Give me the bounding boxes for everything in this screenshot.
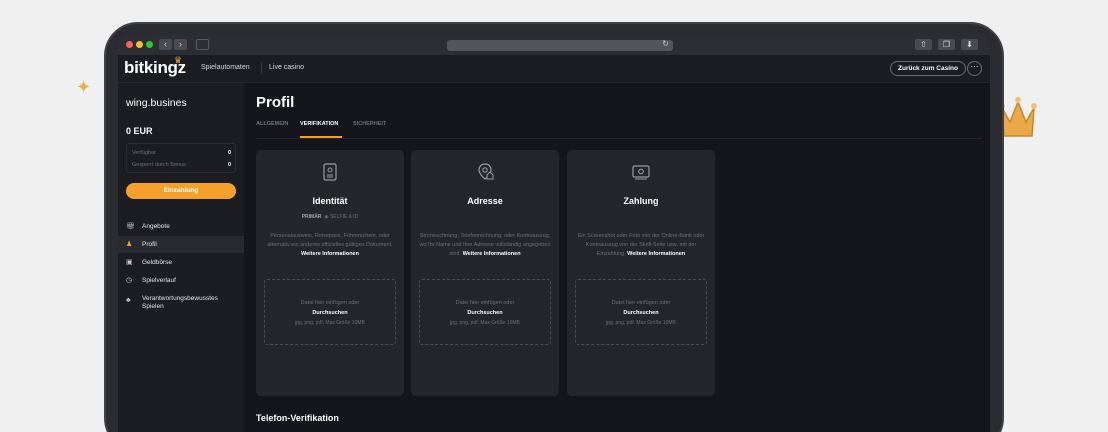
page-title: Profil	[256, 94, 295, 111]
browser-window: ‹ › ↻ ⇧ ❐ ⬇ bitkingz ♛ Spielautomaten Li…	[118, 35, 990, 432]
card-description: Personalausweis, Reisepass, Führerschein…	[264, 232, 396, 259]
window-close-button[interactable]	[126, 41, 133, 48]
back-to-casino-button[interactable]: Zurück zum Casino	[890, 61, 966, 76]
back-arrow-icon[interactable]: ‹	[159, 39, 172, 50]
forward-arrow-icon[interactable]: ›	[174, 39, 187, 50]
more-options-icon[interactable]: ···	[967, 61, 982, 76]
card-meta: PRIMÄR ◉ SELFIE & ID	[256, 214, 404, 220]
sidebar-item-label: Profil	[142, 241, 157, 248]
sidebar-item-label: Angebote	[142, 223, 170, 230]
nav-link-live-casino[interactable]: Live casino	[269, 64, 304, 71]
deposit-button[interactable]: Einzahlung	[126, 183, 236, 199]
dropzone-formats: jpg, png, pdf. Max Größe 10MB	[295, 320, 365, 326]
username: wing.busines	[126, 97, 187, 109]
user-icon: ♟	[126, 241, 133, 248]
gift-icon: 🎁︎	[126, 223, 135, 230]
dropzone-text: Datei hier einfügen oder	[611, 300, 671, 306]
sidebar: wing.busines 0 EUR Verfügbar 0 Gesperrt …	[118, 83, 244, 432]
locked-value: 0	[227, 162, 231, 168]
sidebar-toggle-icon[interactable]	[196, 39, 209, 50]
browser-toolbar: ‹ › ↻ ⇧ ❐ ⬇	[118, 35, 990, 55]
nav-link-slots[interactable]: Spielautomaten	[201, 64, 250, 71]
card-description: Stromrechnung, Telefonrechnung, oder Kon…	[419, 232, 551, 259]
sidebar-item-wallet[interactable]: ▣ Geldbörse	[118, 254, 244, 271]
verification-card-address: Adresse Stromrechnung, Telefonrechnung, …	[411, 150, 559, 396]
available-row: Verfügbar 0	[132, 150, 231, 156]
id-document-icon	[323, 163, 337, 181]
balance-details: Verfügbar 0 Gesperrt durch Bonus 0	[126, 143, 236, 173]
card-description-text: Personalausweis, Reisepass, Führerschein…	[267, 233, 393, 248]
card-title: Identität	[312, 196, 348, 206]
nav-divider	[261, 63, 262, 73]
available-label: Verfügbar	[132, 150, 156, 156]
selfie-icon: ◉	[322, 214, 330, 220]
tab-verification[interactable]: VERIFIKATION	[300, 121, 338, 127]
responsible-gaming-icon: ♣	[126, 297, 131, 304]
tabs-icon[interactable]: ❐	[938, 39, 955, 50]
share-icon[interactable]: ⇧	[915, 39, 932, 50]
more-info-link[interactable]: Weitere Informationen	[463, 251, 521, 257]
sidebar-item-game-history[interactable]: ◷ Spielverlauf	[118, 272, 244, 289]
main-content: Profil ALLGEMEIN VERIFIKATION SICHERHEIT…	[244, 83, 990, 432]
reload-icon[interactable]: ↻	[662, 39, 669, 48]
tab-general[interactable]: ALLGEMEIN	[256, 121, 288, 127]
file-dropzone[interactable]: Datei hier einfügen oder Durchsuchen jpg…	[419, 279, 551, 345]
sidebar-item-offers[interactable]: 🎁︎ Angebote	[118, 218, 244, 235]
phone-verification-title: Telefon-Verifikation	[256, 413, 339, 423]
window-maximize-button[interactable]	[146, 41, 153, 48]
meta-secondary: SELFIE & ID	[329, 214, 359, 220]
tab-security[interactable]: SICHERHEIT	[353, 121, 386, 127]
balance: 0 EUR	[126, 126, 153, 136]
sidebar-item-label: Geldbörse	[142, 259, 172, 266]
verification-card-payment: Zahlung Ein Screenshot oder Foto von der…	[567, 150, 715, 396]
sidebar-item-label: Verantwortungsbewusstes Spielen	[142, 295, 218, 310]
more-info-link[interactable]: Weitere Informationen	[627, 251, 685, 257]
wallet-icon: ▣	[126, 259, 133, 266]
browse-button[interactable]: Durchsuchen	[265, 310, 395, 316]
sidebar-item-label: Spielverlauf	[142, 277, 176, 284]
verification-card-identity: Identität PRIMÄR ◉ SELFIE & ID Personala…	[256, 150, 404, 396]
locked-row: Gesperrt durch Bonus 0	[132, 162, 231, 168]
dropzone-formats: jpg, png, pdf. Max Größe 10MB	[606, 320, 676, 326]
address-bar[interactable]: ↻	[447, 39, 673, 51]
sparkle-icon: ✦	[76, 77, 92, 97]
locked-label: Gesperrt durch Bonus	[132, 162, 186, 168]
file-dropzone[interactable]: Datei hier einfügen oder Durchsuchen jpg…	[264, 279, 396, 345]
browse-button[interactable]: Durchsuchen	[576, 310, 706, 316]
browse-button[interactable]: Durchsuchen	[420, 310, 550, 316]
logo-crown-icon: ♛	[174, 55, 183, 65]
card-title: Zahlung	[623, 196, 659, 206]
download-icon[interactable]: ⬇	[961, 39, 978, 50]
card-title: Adresse	[467, 196, 503, 206]
address-icon	[478, 163, 494, 180]
payment-card-icon	[632, 165, 650, 180]
sidebar-item-profile[interactable]: ♟ Profil	[118, 236, 244, 253]
dropzone-text: Datei hier einfügen oder	[300, 300, 360, 306]
meta-primary: PRIMÄR	[301, 214, 322, 220]
more-info-link[interactable]: Weitere Informationen	[301, 251, 359, 257]
site-header: bitkingz ♛ Spielautomaten Live casino Zu…	[118, 55, 990, 83]
tabs-divider	[256, 138, 982, 139]
dropzone-formats: jpg, png, pdf. Max Größe 10MB	[450, 320, 520, 326]
file-dropzone[interactable]: Datei hier einfügen oder Durchsuchen jpg…	[575, 279, 707, 345]
sidebar-item-responsible-gaming[interactable]: ♣ Verantwortungsbewusstes Spielen	[118, 290, 244, 314]
window-minimize-button[interactable]	[136, 41, 143, 48]
history-icon: ◷	[126, 277, 133, 284]
available-value: 0	[227, 150, 231, 156]
dropzone-text: Datei hier einfügen oder	[455, 300, 515, 306]
card-description: Ein Screenshot oder Foto von der Online-…	[575, 232, 707, 259]
